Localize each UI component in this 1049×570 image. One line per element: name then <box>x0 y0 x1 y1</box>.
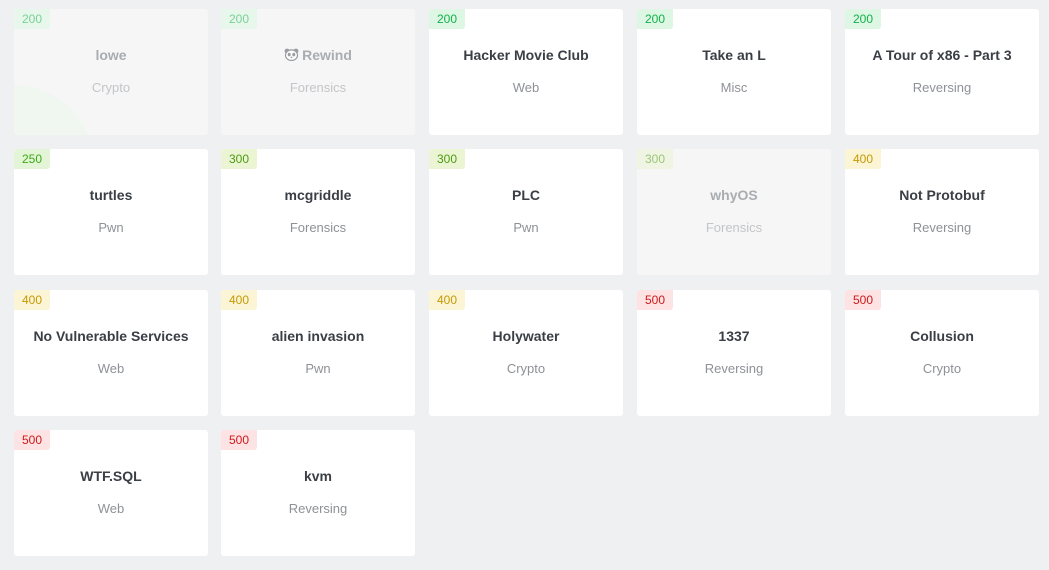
challenge-card-wtf-sql[interactable]: 500 WTF.SQL Web <box>14 430 208 556</box>
challenge-title-text: WTF.SQL <box>80 468 142 484</box>
challenge-card-lowe[interactable]: 200 lowe Crypto <box>14 9 208 135</box>
points-badge: 200 <box>845 9 882 29</box>
challenge-category: Pwn <box>305 361 331 376</box>
challenge-category: Reversing <box>912 220 972 235</box>
challenge-title-text: Take an L <box>702 47 766 63</box>
challenge-title-text: A Tour of x86 - Part 3 <box>872 47 1012 63</box>
challenge-title-text: whyOS <box>710 187 758 203</box>
points-badge: 200 <box>637 9 674 29</box>
challenge-title: mcgriddle <box>221 187 415 203</box>
points-badge: 500 <box>221 430 258 450</box>
points-badge: 200 <box>429 9 466 29</box>
challenge-title-text: alien invasion <box>271 328 365 344</box>
challenge-category: Pwn <box>513 220 539 235</box>
challenge-card-holywater[interactable]: 400 Holywater Crypto <box>429 290 623 416</box>
challenge-card-alien-invasion[interactable]: 400 alien invasion Pwn <box>221 290 415 416</box>
challenge-category: Reversing <box>912 80 972 95</box>
challenge-category: Crypto <box>922 361 962 376</box>
challenge-category: Forensics <box>289 220 347 235</box>
points-badge: 250 <box>14 149 51 169</box>
challenge-title-text: lowe <box>95 47 127 63</box>
points-badge: 200 <box>221 9 258 29</box>
challenge-title: alien invasion <box>221 328 415 344</box>
challenge-grid: 200 lowe Crypto 200 Rewind Forensics 200 Hacker… <box>0 0 1049 570</box>
challenge-title: kvm <box>221 468 415 484</box>
challenge-title: Hacker Movie Club <box>429 47 623 63</box>
challenge-title: 1337 <box>637 328 831 344</box>
challenge-card-no-vulnerable-services[interactable]: 400 No Vulnerable Services Web <box>14 290 208 416</box>
challenge-title: turtles <box>14 187 208 203</box>
panda-icon <box>284 48 299 62</box>
points-badge: 400 <box>429 290 466 310</box>
challenge-title: Holywater <box>429 328 623 344</box>
challenge-category: Crypto <box>91 80 131 95</box>
challenge-card-mcgriddle[interactable]: 300 mcgriddle Forensics <box>221 149 415 275</box>
points-badge: 500 <box>637 290 674 310</box>
challenge-card-plc[interactable]: 300 PLC Pwn <box>429 149 623 275</box>
points-badge: 200 <box>14 9 51 29</box>
challenge-category: Reversing <box>288 501 348 516</box>
challenge-title-text: Rewind <box>302 47 352 63</box>
points-badge: 300 <box>429 149 466 169</box>
points-badge: 400 <box>845 149 882 169</box>
challenge-card-whyos[interactable]: 300 whyOS Forensics <box>637 149 831 275</box>
challenge-title: Collusion <box>845 328 1039 344</box>
points-badge: 400 <box>221 290 258 310</box>
challenge-category: Web <box>97 361 125 376</box>
challenge-title-text: Not Protobuf <box>899 187 985 203</box>
challenge-title-text: No Vulnerable Services <box>33 328 189 344</box>
challenge-title: Not Protobuf <box>845 187 1039 203</box>
challenge-title-text: PLC <box>512 187 540 203</box>
challenge-title: A Tour of x86 - Part 3 <box>845 47 1039 63</box>
challenge-card-collusion[interactable]: 500 Collusion Crypto <box>845 290 1039 416</box>
points-badge: 400 <box>14 290 51 310</box>
challenge-category: Reversing <box>704 361 764 376</box>
challenge-category: Forensics <box>289 80 347 95</box>
challenge-title-text: turtles <box>89 187 133 203</box>
challenge-title-text: 1337 <box>718 328 750 344</box>
challenge-title-text: kvm <box>303 468 333 484</box>
challenge-card-not-protobuf[interactable]: 400 Not Protobuf Reversing <box>845 149 1039 275</box>
challenge-card-rewind[interactable]: 200 Rewind Forensics <box>221 9 415 135</box>
points-badge: 300 <box>221 149 258 169</box>
challenge-category: Crypto <box>506 361 546 376</box>
challenge-card-kvm[interactable]: 500 kvm Reversing <box>221 430 415 556</box>
points-badge: 300 <box>637 149 674 169</box>
challenge-card-take-an-l[interactable]: 200 Take an L Misc <box>637 9 831 135</box>
challenge-category: Web <box>97 501 125 516</box>
challenge-card-1337[interactable]: 500 1337 Reversing <box>637 290 831 416</box>
challenge-title-text: Holywater <box>492 328 560 344</box>
challenge-title-text: Collusion <box>910 328 974 344</box>
challenge-title: whyOS <box>637 187 831 203</box>
challenge-card-a-tour-of-x86-part-3[interactable]: 200 A Tour of x86 - Part 3 Reversing <box>845 9 1039 135</box>
challenge-category: Web <box>512 80 540 95</box>
challenge-title: lowe <box>14 47 208 63</box>
points-badge: 500 <box>845 290 882 310</box>
challenge-title-text: mcgriddle <box>284 187 352 203</box>
card-decoration <box>221 260 236 275</box>
challenge-title: Rewind <box>221 47 415 63</box>
points-badge: 500 <box>14 430 51 450</box>
challenge-title-text: Hacker Movie Club <box>463 47 589 63</box>
challenge-category: Forensics <box>705 220 763 235</box>
challenge-card-turtles[interactable]: 250 turtles Pwn <box>14 149 208 275</box>
challenge-title: PLC <box>429 187 623 203</box>
challenge-category: Misc <box>720 80 748 95</box>
challenge-card-hacker-movie-club[interactable]: 200 Hacker Movie Club Web <box>429 9 623 135</box>
challenge-title: Take an L <box>637 47 831 63</box>
challenge-category: Pwn <box>98 220 124 235</box>
challenge-title: No Vulnerable Services <box>14 328 208 344</box>
challenge-title: WTF.SQL <box>14 468 208 484</box>
